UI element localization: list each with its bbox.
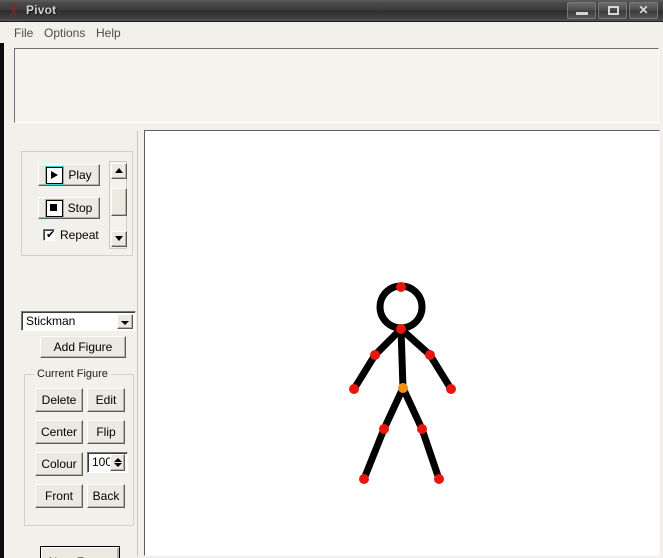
stop-label: Stop (67, 201, 93, 215)
window-controls: ✕ (567, 2, 658, 19)
close-button[interactable]: ✕ (629, 2, 658, 19)
bone-left_knee-left_foot[interactable] (360, 425, 388, 483)
joint-left-knee[interactable] (379, 424, 389, 434)
flip-label: Flip (96, 425, 116, 439)
colour-label: Colour (41, 457, 77, 471)
play-icon (46, 166, 64, 184)
bone-neck-left_elbow[interactable] (371, 325, 405, 359)
joint-left-elbow[interactable] (370, 350, 380, 360)
window-title: Pivot (26, 3, 57, 17)
minimize-icon (576, 12, 588, 15)
menu-options[interactable]: Options (38, 25, 91, 41)
current-figure-group: Current Figure Delete Edit Center Flip C… (24, 368, 134, 526)
back-button[interactable]: Back (87, 484, 125, 508)
center-label: Center (40, 425, 78, 439)
menu-bar: File Options Help (0, 22, 663, 43)
center-button[interactable]: Center (35, 420, 83, 444)
minimize-button[interactable] (567, 2, 596, 19)
delete-label: Delete (41, 393, 77, 407)
bone-right_knee-right_foot[interactable] (418, 425, 443, 483)
menu-file[interactable]: File (8, 25, 39, 41)
current-figure-legend: Current Figure (34, 368, 111, 380)
joint-right-foot[interactable] (434, 474, 444, 484)
scroll-down-button[interactable] (111, 231, 127, 247)
title-bar: Pivot ✕ (0, 0, 663, 22)
edit-button[interactable]: Edit (87, 388, 125, 412)
maximize-icon (608, 6, 619, 15)
maximize-button[interactable] (598, 2, 627, 19)
colour-button[interactable]: Colour (35, 452, 83, 476)
bone-hip-right_knee[interactable] (399, 384, 426, 433)
repeat-check-box: ✔ (43, 229, 55, 241)
bone-neck-hip[interactable] (397, 325, 407, 392)
front-button[interactable]: Front (35, 484, 83, 508)
edit-label: Edit (95, 393, 117, 407)
figure-head[interactable] (376, 282, 426, 332)
play-label: Play (68, 168, 92, 182)
scroll-up-button[interactable] (111, 163, 127, 179)
stickman-icon (10, 3, 18, 18)
chevron-up-icon (115, 168, 123, 173)
stop-button[interactable]: Stop (38, 197, 100, 219)
pivot-window: Pivot ✕ File Options Help Play Stop ✔ Re… (0, 0, 663, 558)
add-figure-label: Add Figure (53, 340, 113, 354)
stickman-figure[interactable] (145, 131, 659, 555)
delete-button[interactable]: Delete (35, 388, 83, 412)
joint-hip[interactable] (398, 383, 408, 393)
menu-help[interactable]: Help (90, 25, 127, 41)
back-label: Back (92, 489, 120, 503)
figure-select[interactable]: Stickman (21, 311, 136, 331)
animation-canvas[interactable] (144, 130, 660, 556)
joint-right-elbow[interactable] (425, 350, 435, 360)
joint-neck[interactable] (396, 324, 406, 334)
spinner-arrows-icon[interactable] (110, 454, 125, 471)
stop-icon (45, 199, 63, 217)
joint-right-hand[interactable] (446, 384, 456, 394)
speed-scrollbar[interactable] (109, 161, 127, 249)
bone-left_elbow-left_hand[interactable] (350, 351, 379, 393)
bone-hip-left_knee[interactable] (380, 384, 407, 433)
repeat-label: Repeat (60, 228, 99, 242)
playback-group: Play Stop ✔ Repeat (21, 151, 133, 256)
close-icon: ✕ (638, 3, 649, 17)
scroll-thumb[interactable] (111, 188, 127, 216)
joint-left-foot[interactable] (359, 474, 369, 484)
next-frame-button[interactable]: Next Frame (40, 546, 120, 558)
chevron-down-icon (115, 236, 123, 241)
add-figure-button[interactable]: Add Figure (40, 336, 126, 358)
bone-right_elbow-right_hand[interactable] (426, 351, 455, 393)
repeat-checkbox[interactable]: ✔ Repeat (43, 228, 99, 242)
joint-right-knee[interactable] (417, 424, 427, 434)
bone-neck-right_elbow[interactable] (397, 325, 434, 359)
flip-button[interactable]: Flip (87, 420, 125, 444)
frames-strip[interactable] (14, 48, 659, 123)
joint-left-hand[interactable] (349, 384, 359, 394)
figure-select-value: Stickman (26, 314, 76, 328)
front-label: Front (44, 489, 73, 503)
joint-head-top[interactable] (396, 282, 406, 292)
client-area: Play Stop ✔ Repeat Stickman Add Figure C… (0, 43, 663, 558)
tool-column: Play Stop ✔ Repeat Stickman Add Figure C… (12, 131, 138, 558)
checkmark-icon: ✔ (46, 229, 56, 241)
play-button[interactable]: Play (38, 164, 100, 186)
chevron-down-icon[interactable] (117, 314, 133, 329)
figure-size-spinner[interactable]: 100 (87, 452, 128, 473)
